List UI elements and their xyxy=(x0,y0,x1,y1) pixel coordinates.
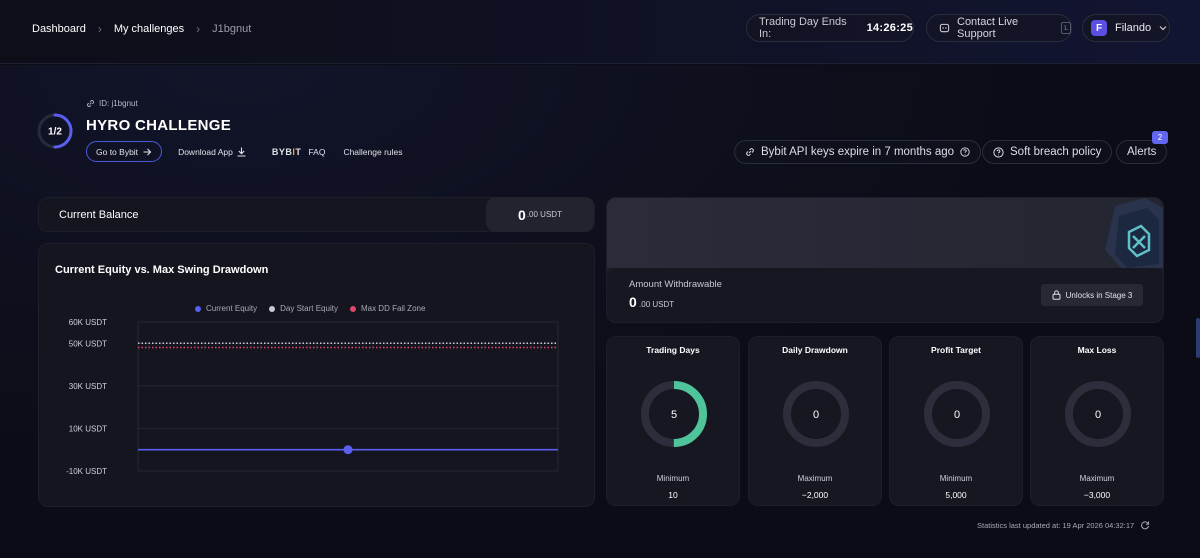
download-app-button[interactable]: Download App xyxy=(178,141,246,162)
soft-breach-policy-button[interactable]: Soft breach policy xyxy=(982,140,1113,164)
stat-title: Trading Days xyxy=(646,345,700,355)
go-to-bybit-label: Go to Bybit xyxy=(96,146,139,157)
stage-label: 1/2 xyxy=(48,127,62,138)
stat-sub-label: Maximum xyxy=(797,474,833,483)
help-circle-icon xyxy=(960,147,970,157)
stat-sub-label: Minimum xyxy=(939,474,973,483)
stat-ring: 0 xyxy=(1065,381,1131,447)
statistics-updated: Statistics last updated at: 19 Apr 2026 … xyxy=(977,520,1150,530)
withdrawable-card: Amount Withdrawable 0 .00 USDT Unlocks i… xyxy=(606,197,1164,323)
withdrawable-label: Amount Withdrawable xyxy=(629,279,722,290)
bybit-logo: BYBIT xyxy=(271,146,302,157)
stat-sub-value: −2,000 xyxy=(801,490,829,500)
challenge-id-text: ID: j1bgnut xyxy=(99,99,138,108)
breadcrumb: Dashboard › My challenges › J1bgnut xyxy=(32,22,251,36)
stat-title: Daily Drawdown xyxy=(782,345,848,355)
link-icon xyxy=(86,99,95,108)
breadcrumb-my-challenges[interactable]: My challenges xyxy=(114,23,184,35)
withdrawable-decimals: .00 USDT xyxy=(639,300,675,309)
stat-sub-value: −3,000 xyxy=(1083,490,1111,500)
challenge-id: ID: j1bgnut xyxy=(86,99,138,108)
stat-card-daily-drawdown: Daily Drawdown 0 Maximum −2,000 xyxy=(748,336,882,506)
download-icon xyxy=(237,147,246,157)
withdraw-banner xyxy=(607,198,1163,268)
stat-sub-label: Maximum xyxy=(1079,474,1115,483)
y-tick-label: 50K USDT xyxy=(69,339,107,348)
user-menu[interactable]: F Filando xyxy=(1082,14,1170,42)
stat-sub-value: 5,000 xyxy=(945,490,967,500)
equity-chart: 60K USDT 50K USDT 30K USDT 10K USDT -10K USD… xyxy=(66,318,559,476)
unlock-label: Unlocks in Stage 3 xyxy=(1065,290,1133,300)
avatar: F xyxy=(1091,20,1107,36)
hyro-logo-icon xyxy=(1105,198,1163,268)
contact-support-button[interactable]: Contact Live Support L xyxy=(926,14,1072,42)
stat-card-max-loss: Max Loss 0 Maximum −3,000 xyxy=(1030,336,1164,506)
stage-progress-ring: 1/2 xyxy=(36,112,74,150)
withdraw-details: Amount Withdrawable 0 .00 USDT Unlocks i… xyxy=(607,268,1163,322)
breadcrumb-current: J1bgnut xyxy=(212,23,252,35)
stat-sub-value: 10 xyxy=(668,490,678,500)
stat-center-value: 0 xyxy=(813,409,819,421)
refresh-icon[interactable] xyxy=(1140,520,1150,530)
trading-day-timer: Trading Day Ends In: 14:26:25 xyxy=(746,14,914,42)
page-title: HYRO CHALLENGE xyxy=(86,117,232,134)
chevron-right-icon: › xyxy=(97,22,102,36)
help-circle-icon xyxy=(993,146,1004,158)
stat-title: Profit Target xyxy=(931,345,981,355)
stat-title: Max Loss xyxy=(1077,345,1117,355)
equity-chart-card: Current Equity vs. Max Swing Drawdown Cu… xyxy=(38,243,595,507)
y-tick-label: 30K USDT xyxy=(69,382,107,391)
stat-center-value: 5 xyxy=(671,409,677,421)
stat-ring: 5 xyxy=(641,381,707,447)
stat-center-value: 0 xyxy=(954,409,960,421)
unlock-stage-button[interactable]: Unlocks in Stage 3 xyxy=(1041,284,1143,306)
bybit-faq-button[interactable]: BYBIT FAQ xyxy=(272,141,326,162)
y-tick-label: -10K USDT xyxy=(66,467,107,476)
top-bar: Dashboard › My challenges › J1bgnut Trad… xyxy=(0,0,1200,64)
challenge-rules-label: Challenge rules xyxy=(343,146,403,157)
withdrawable-amount: 0 xyxy=(629,294,637,310)
stat-ring: 0 xyxy=(924,381,990,447)
alerts-label: Alerts xyxy=(1127,146,1157,158)
timer-value: 14:26:25 xyxy=(866,22,913,34)
faq-label: FAQ xyxy=(308,146,326,157)
stat-center-value: 0 xyxy=(1095,409,1101,421)
download-app-label: Download App xyxy=(178,146,233,157)
challenge-actions: Go to Bybit Download App BYBIT FAQ Chall… xyxy=(86,141,403,162)
chevron-right-icon: › xyxy=(196,22,201,36)
challenge-rules-button[interactable]: Challenge rules xyxy=(343,141,402,162)
go-to-bybit-button[interactable]: Go to Bybit xyxy=(86,141,163,162)
arrow-right-icon xyxy=(143,148,152,156)
y-tick-label: 60K USDT xyxy=(69,318,107,327)
link-icon xyxy=(745,147,755,157)
timer-label: Trading Day Ends In: xyxy=(759,16,847,40)
stat-sub-label: Minimum xyxy=(656,474,690,483)
chevron-down-icon xyxy=(1159,25,1167,31)
api-keys-status[interactable]: Bybit API keys expire in 7 months ago xyxy=(734,140,982,164)
balance-decimals: .00 USDT xyxy=(526,210,562,219)
lock-icon xyxy=(1052,290,1061,300)
user-name: Filando xyxy=(1115,22,1152,34)
y-tick-label: 10K USDT xyxy=(69,424,107,433)
api-keys-label: Bybit API keys expire in 7 months ago xyxy=(761,146,955,158)
soft-breach-label: Soft breach policy xyxy=(1010,146,1102,158)
current-balance-card: Current Balance 0 .00 USDT xyxy=(38,197,595,232)
support-label: Contact Live Support xyxy=(957,16,1019,40)
alerts-count-badge: 2 xyxy=(1152,131,1168,144)
scrollbar-thumb[interactable] xyxy=(1196,318,1200,358)
balance-amount: 0 xyxy=(518,206,526,223)
updated-text: Statistics last updated at: 19 Apr 2026 … xyxy=(977,520,1135,530)
stat-card-trading-days: Trading Days 5 Minimum 10 xyxy=(606,336,740,506)
balance-label: Current Balance xyxy=(59,209,139,221)
support-shortcut: L xyxy=(1061,22,1071,34)
current-equity-point[interactable] xyxy=(343,445,353,455)
breadcrumb-dashboard[interactable]: Dashboard xyxy=(32,23,86,35)
balance-value: 0 .00 USDT xyxy=(486,197,594,232)
stat-ring: 0 xyxy=(783,381,849,447)
withdrawable-value: 0 .00 USDT xyxy=(629,294,674,310)
stat-card-profit-target: Profit Target 0 Minimum 5,000 xyxy=(889,336,1023,506)
support-icon xyxy=(939,23,950,34)
